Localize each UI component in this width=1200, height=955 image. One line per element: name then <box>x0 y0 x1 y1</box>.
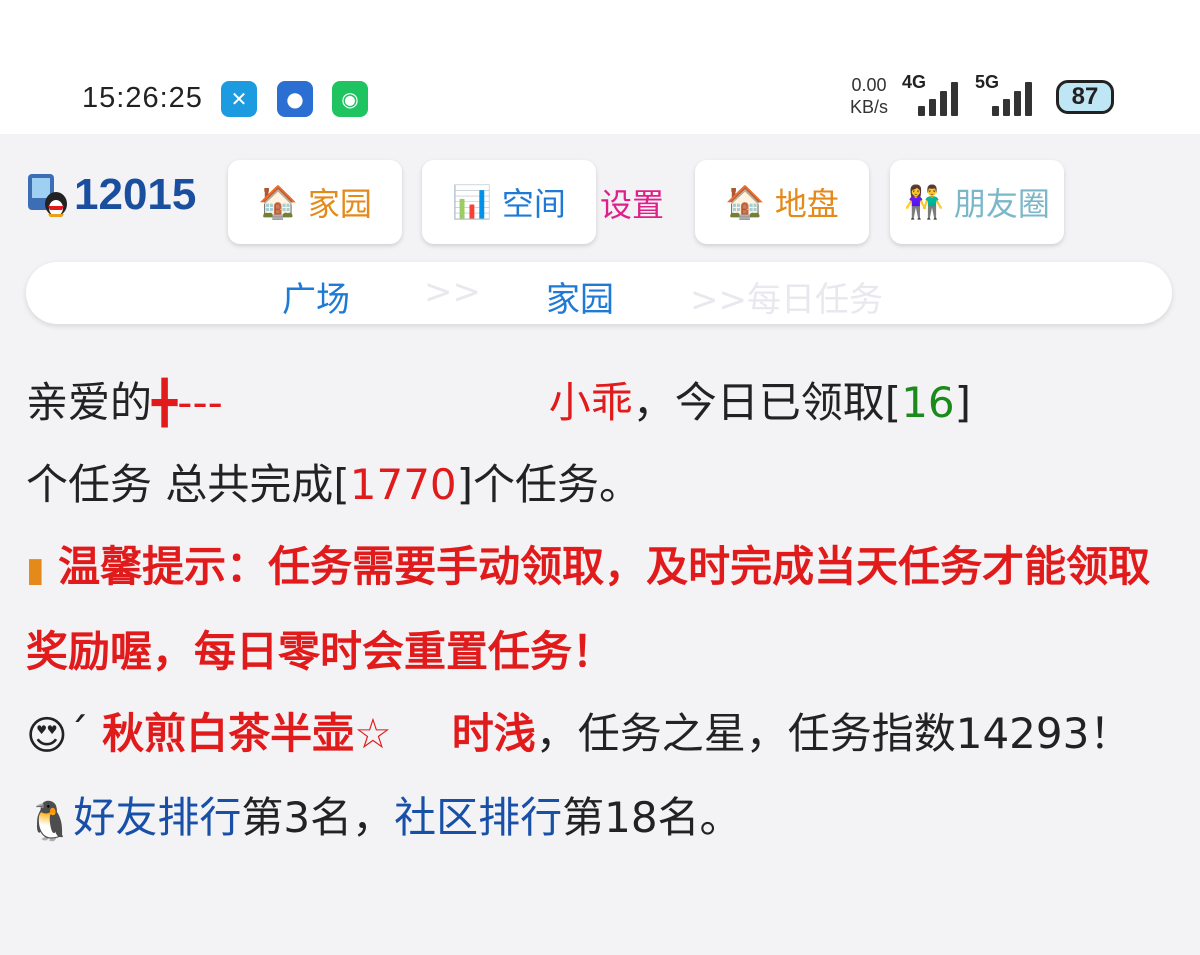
status-time: 15:26:25 <box>82 82 203 114</box>
total-count: 1770 <box>349 460 457 509</box>
breadcrumb-current: >>每日任务 <box>690 280 883 320</box>
house-icon: 🏠 <box>725 183 765 221</box>
signal-5g-icon <box>992 80 1038 116</box>
user-name: 小乖 <box>548 378 633 427</box>
star-line: 😍ˊ 秋煎白茶半壶☆ 时浅，任务之星，任务指数14293！ <box>26 693 1176 778</box>
friends-rank-text: 第3名， <box>241 793 395 842</box>
total-text-end: ]个任务。 <box>456 460 642 509</box>
star-user-name[interactable]: 时浅 <box>452 709 536 758</box>
network-speed: 0.00 KB/s <box>850 74 888 118</box>
site-id[interactable]: 12015 <box>74 170 196 220</box>
claimed-count: 16 <box>901 378 955 427</box>
claimed-text: ，今日已领取[ <box>632 378 902 427</box>
greeting-line: 亲爱的╋--- 小乖，今日已领取[16] <box>26 362 1176 444</box>
task-summary: 亲爱的╋--- 小乖，今日已领取[16] 个任务 总共完成[1770]个任务。 ▮… <box>26 362 1176 862</box>
bar-chart-icon: 📊 <box>452 183 492 221</box>
nav-label: 家园 <box>307 185 372 223</box>
network-speed-value: 0.00 <box>851 75 887 95</box>
settings-link[interactable]: 设置 <box>600 180 664 226</box>
house-icon: 🏠 <box>258 183 298 221</box>
app-notification-icon: ● <box>277 81 313 117</box>
breadcrumb: 广场 >> 家园 >>每日任务 <box>26 262 1172 324</box>
network-speed-unit: KB/s <box>850 97 889 117</box>
phone-icon: ▮ <box>26 549 45 590</box>
nav-label: 朋友圈 <box>953 185 1050 223</box>
total-text: 个任务 总共完成[ <box>26 460 350 509</box>
community-rank-text: 第18名。 <box>562 793 742 842</box>
tip-text: 温馨提示：任务需要手动领取，及时完成当天任务才能领取奖励喔，每日零时会重置任务！ <box>26 542 1151 676</box>
user-prefix: ╋--- <box>152 378 223 427</box>
breadcrumb-separator: >> <box>424 272 481 312</box>
status-bar: 15:26:25 ✕ ● ◉ 0.00 KB/s 4G 5G 87 <box>0 0 1200 134</box>
nav-home-button[interactable]: 🏠 家园 <box>228 160 402 244</box>
nav-moments-button[interactable]: 👫 朋友圈 <box>890 160 1064 244</box>
breadcrumb-plaza-link[interactable]: 广场 <box>282 272 350 321</box>
breadcrumb-home-link[interactable]: 家园 <box>546 272 614 321</box>
app-notification-icon: ✕ <box>221 81 257 117</box>
wechat-icon: ◉ <box>332 81 368 117</box>
tip-block: ▮ 温馨提示：任务需要手动领取，及时完成当天任务才能领取奖励喔，每日零时会重置任… <box>26 526 1176 693</box>
ranking-line: 🐧好友排行第3名，社区排行第18名。 <box>26 777 1176 862</box>
claimed-text-end: ] <box>954 378 972 427</box>
battery-indicator: 87 <box>1056 80 1114 114</box>
nav-label: 地盘 <box>774 185 839 223</box>
heart-eyes-emoji-icon: 😍 <box>26 713 68 759</box>
qq-logo-icon <box>28 174 67 217</box>
nav-label: 空间 <box>501 185 566 223</box>
nav-territory-button[interactable]: 🏠 地盘 <box>695 160 869 244</box>
signal-4g-icon <box>918 80 964 116</box>
qq-penguin-icon: 🐧 <box>26 798 74 843</box>
star-mark: ˊ <box>67 708 89 758</box>
nav-space-button[interactable]: 📊 空间 <box>422 160 596 244</box>
greeting-text: 亲爱的 <box>26 378 153 427</box>
total-line: 个任务 总共完成[1770]个任务。 <box>26 444 1176 526</box>
community-ranking-link[interactable]: 社区排行 <box>394 793 562 842</box>
star-user[interactable]: 秋煎白茶半壶☆ <box>102 709 392 758</box>
friends-ranking-link[interactable]: 好友排行 <box>73 793 241 842</box>
people-icon: 👫 <box>904 183 944 221</box>
star-text: ，任务之星，任务指数14293！ <box>535 708 1132 758</box>
